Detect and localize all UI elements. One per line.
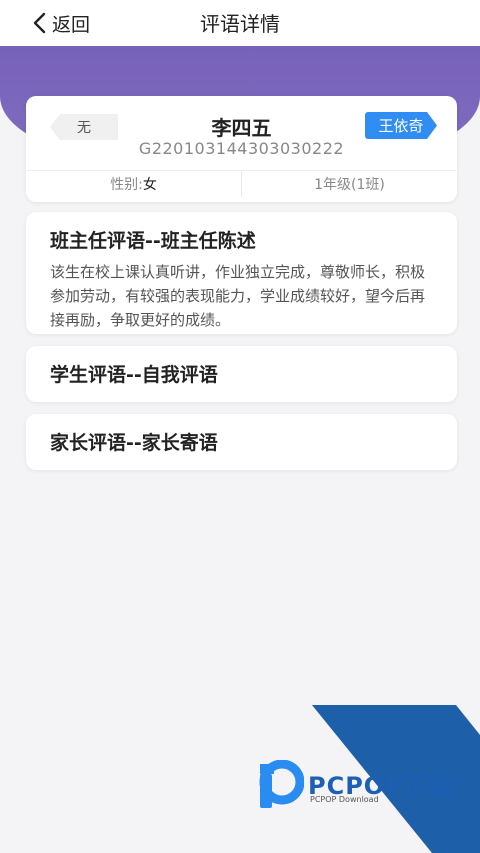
- comment-title: 家长评语--家长寄语: [50, 432, 218, 454]
- comment-card-head-teacher[interactable]: 班主任评语--班主任陈述 该生在校上课认真听讲，作业独立完成，尊敬师长，积极参加…: [26, 212, 457, 334]
- back-button[interactable]: 返回: [32, 8, 90, 38]
- watermark-subtext: PCPOP Download: [310, 795, 379, 804]
- back-label: 返回: [52, 13, 91, 36]
- gender-label: 性别:: [110, 176, 143, 193]
- comment-card-student[interactable]: 学生评语--自我评语: [26, 346, 457, 402]
- gender-value: 女: [142, 176, 157, 193]
- student-info-row: 性别:女 1年级(1班): [26, 170, 457, 197]
- comment-card-parent[interactable]: 家长评语--家长寄语: [26, 414, 457, 470]
- chevron-left-icon: [33, 12, 46, 34]
- teacher-tag[interactable]: 王依奇: [365, 112, 437, 139]
- watermark-logo-icon: [259, 760, 304, 808]
- student-id: G220103144303030222: [138, 139, 345, 158]
- gender-field: 性别:女: [26, 174, 241, 194]
- comment-body: 该生在校上课认真听讲，作业独立完成，尊敬师长，积极参加劳动，有较强的表现能力，学…: [50, 263, 426, 329]
- comment-title: 学生评语--自我评语: [50, 364, 218, 386]
- grade-class: 1年级(1班): [314, 176, 385, 193]
- comment-title: 班主任评语--班主任陈述: [50, 230, 256, 252]
- page: 返回 评语详情 无 李四五 王依奇 G220103144303030222 性别…: [0, 0, 480, 853]
- student-info-card: 无 李四五 王依奇 G220103144303030222 性别:女 1年级(1…: [26, 96, 457, 202]
- header-bar: 返回 评语详情: [0, 0, 480, 46]
